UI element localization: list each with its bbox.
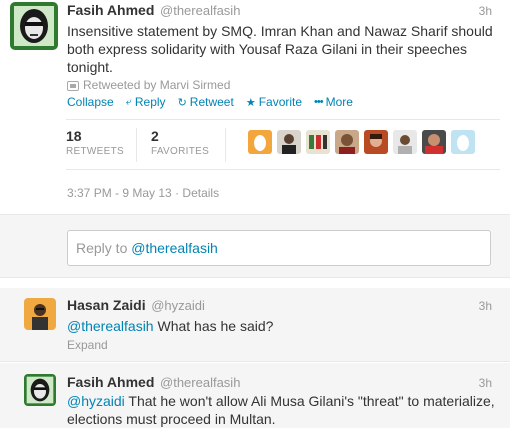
retweet-icon [67,80,79,91]
user-avatar[interactable] [393,130,418,154]
reply-prefix: Reply to [76,240,132,256]
retweets-count: 18 [66,128,82,144]
tweet-text-body: What has he said? [153,318,274,334]
retweeted-by-text[interactable]: Retweeted by Marvi Sirmed [83,78,230,92]
tweet-text: Insensitive statement by SMQ. Imran Khan… [67,22,507,76]
reply-mention: @therealfasih [131,240,218,256]
reply-input[interactable]: Reply to @therealfasih [67,230,491,266]
reply-area: Reply to @therealfasih [0,214,510,278]
reply-tweet[interactable]: Hasan Zaidi @hyzaidi 3h @therealfasih Wh… [0,288,510,362]
reply-label: Reply [134,95,166,109]
details-link[interactable]: Details [182,186,219,200]
tweet-time[interactable]: 3h [479,376,492,390]
collapse-button[interactable]: Collapse [67,95,114,109]
main-tweet: Fasih Ahmed @therealfasih 3h Insensitive… [0,0,510,214]
avatar-fasih-ahmed[interactable] [24,374,56,406]
retweets-stat[interactable]: 18 RETWEETS [66,128,124,157]
tweet-text: @therealfasih What has he said? [67,317,273,335]
favorite-button[interactable]: ★ Favorite [246,95,302,109]
more-dots-icon: ••• [314,96,324,108]
reply-button[interactable]: ⤶ Reply [126,95,166,109]
mention-link[interactable]: @hyzaidi [67,393,125,409]
stat-separator [225,128,227,162]
more-label: More [325,95,353,109]
reply-header: Hasan Zaidi @hyzaidi [67,297,205,313]
author-username[interactable]: @therealfasih [160,3,240,18]
author-fullname[interactable]: Fasih Ahmed [67,2,154,18]
default-egg-avatar[interactable] [451,130,476,154]
tweet-time[interactable]: 3h [479,4,492,18]
tweet-text-line: @hyzaidi That he won't allow Ali Musa Gi… [67,392,507,410]
favorites-label: FAVORITES [150,146,210,157]
divider [66,169,500,170]
tweet-text-line: tonight. [67,59,113,75]
author-fullname[interactable]: Hasan Zaidi [67,297,146,313]
user-avatar[interactable] [277,130,302,154]
author-username[interactable]: @therealfasih [160,375,240,390]
expand-link[interactable]: Expand [67,338,108,352]
favorite-label: Favorite [258,95,303,109]
divider [66,119,500,120]
more-button[interactable]: ••• More [314,95,353,109]
collapse-label: Collapse [67,95,114,109]
mention-link[interactable]: @therealfasih [67,318,154,334]
retweet-button[interactable]: ↻ Retweet [178,95,234,109]
tweet-time[interactable]: 3h [479,299,492,313]
author-fullname[interactable]: Fasih Ahmed [67,374,154,390]
favorite-star-icon: ★ [245,96,256,109]
engagement-avatars [248,130,480,154]
avatar-hasan-zaidi[interactable] [24,298,56,330]
reply-icon: ⤶ [125,95,132,108]
retweet-label: Retweet [189,95,234,109]
user-avatar[interactable] [422,130,447,154]
tweet-text: @hyzaidi That he won't allow Ali Musa Gi… [67,392,507,428]
user-avatar[interactable] [335,130,360,154]
user-avatar[interactable] [306,130,331,154]
tweet-meta: 3:37 PM - 9 May 13 · Details [67,186,219,200]
default-egg-avatar[interactable] [248,130,273,154]
retweets-label: RETWEETS [66,146,124,157]
retweeted-by: Retweeted by Marvi Sirmed [67,78,230,92]
tweet-text-line: Insensitive statement by SMQ. Imran Khan… [67,23,493,39]
tweet-text-body: That he won't allow Ali Musa Gilani's "t… [124,393,495,409]
favorites-count: 2 [150,128,159,144]
author-username[interactable]: @hyzaidi [151,298,205,313]
tweet-timestamp[interactable]: 3:37 PM - 9 May 13 [67,186,172,200]
retweet-icon: ↻ [177,96,187,109]
reply-header: Fasih Ahmed @therealfasih [67,374,240,390]
user-avatar[interactable] [364,130,389,154]
tweet-header: Fasih Ahmed @therealfasih [67,2,240,18]
avatar-fasih-ahmed[interactable] [10,2,58,50]
tweet-stats: 18 RETWEETS 2 FAVORITES [66,128,480,162]
tweet-text-line: both express solidarity with Yousaf Raza… [67,41,467,57]
reply-tweet[interactable]: Fasih Ahmed @therealfasih 3h @hyzaidi Th… [0,363,510,428]
tweet-text-line: elections must proceed in Multan. [67,411,276,427]
favorites-stat[interactable]: 2 FAVORITES [151,128,209,157]
stat-separator [135,128,137,162]
tweet-actions: Collapse ⤶ Reply ↻ Retweet ★ Favorite ••… [67,95,365,109]
